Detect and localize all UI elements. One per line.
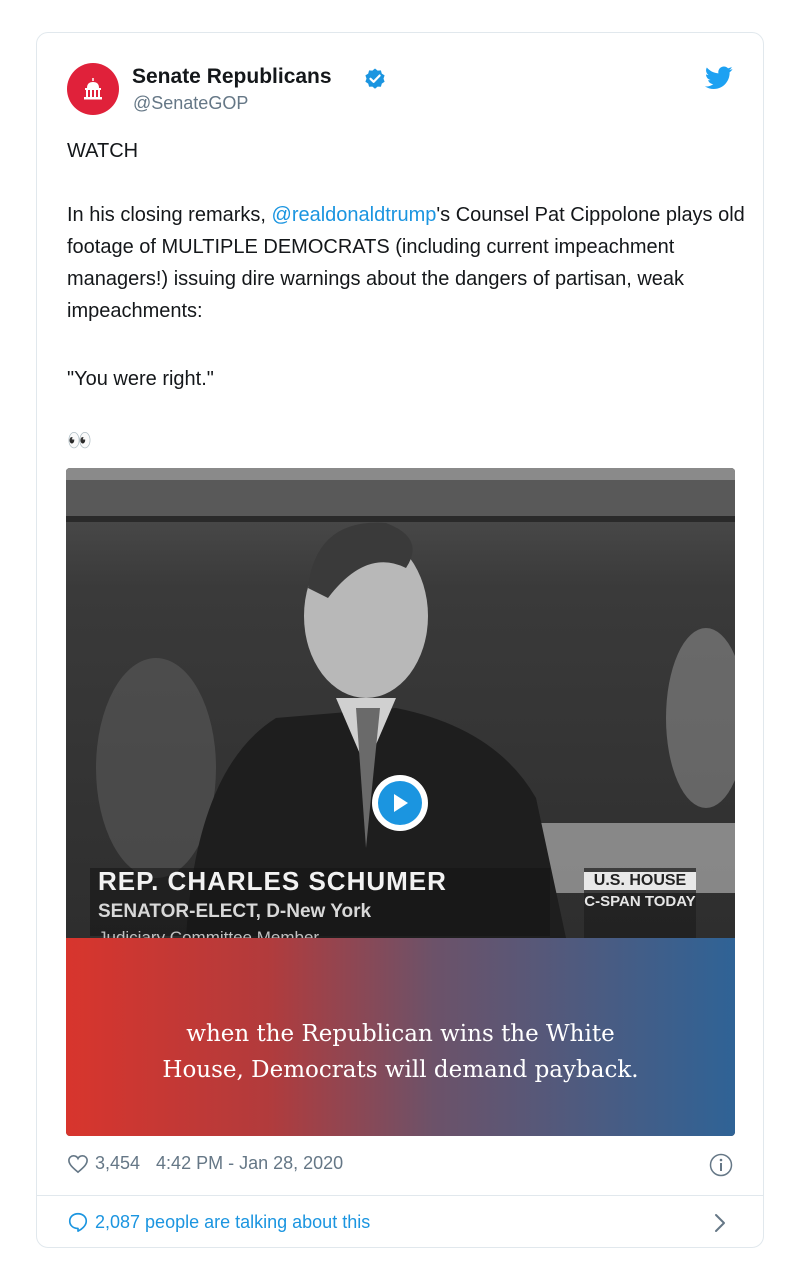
- talking-count[interactable]: 2,087 people are talking about this: [95, 1212, 370, 1233]
- timestamp[interactable]: 4:42 PM - Jan 28, 2020: [156, 1153, 343, 1174]
- torn-edge: [66, 920, 735, 960]
- caption-line-2: House, Democrats will demand payback.: [162, 1057, 639, 1083]
- lower-third-name: REP. CHARLES SCHUMER: [98, 866, 447, 896]
- like-count[interactable]: 3,454: [95, 1153, 140, 1174]
- capitol-icon: [84, 78, 102, 100]
- mention-link[interactable]: @realdonaldtrump: [272, 204, 437, 226]
- speech-bubble-icon: [68, 1212, 88, 1232]
- chevron-right-icon[interactable]: [713, 1213, 727, 1233]
- tweet-card: Senate Republicans @SenateGOP WATCH In h…: [36, 32, 764, 1248]
- eyes-emoji: 👀: [67, 430, 92, 452]
- twitter-bird-icon[interactable]: [705, 66, 733, 90]
- tweet-paragraph: In his closing remarks, @realdonaldtrump…: [67, 199, 747, 327]
- tweet-quote: "You were right.": [67, 368, 214, 390]
- conversation-link[interactable]: 2,087 people are talking about this: [67, 1211, 370, 1233]
- account-name[interactable]: Senate Republicans: [132, 65, 332, 89]
- verified-badge-icon: [365, 68, 385, 89]
- play-icon-wrap: [378, 781, 422, 825]
- account-handle[interactable]: @SenateGOP: [133, 93, 248, 114]
- network-label: C-SPAN TODAY: [584, 893, 696, 910]
- tweet-line-watch: WATCH: [67, 140, 139, 162]
- video-player[interactable]: REP. CHARLES SCHUMER SENATOR-ELECT, D-Ne…: [66, 468, 735, 1136]
- video-caption: when the Republican wins the White House…: [66, 1016, 735, 1088]
- play-button[interactable]: [372, 775, 428, 831]
- divider: [37, 1195, 763, 1196]
- tweet-meta: 3,454 4:42 PM - Jan 28, 2020: [67, 1153, 343, 1174]
- tweet-text-before: In his closing remarks,: [67, 204, 272, 226]
- avatar[interactable]: [67, 63, 119, 115]
- caption-line-1: when the Republican wins the White: [186, 1021, 615, 1047]
- play-icon: [394, 794, 408, 812]
- info-icon[interactable]: [709, 1153, 733, 1177]
- heart-icon[interactable]: [67, 1154, 89, 1174]
- house-label: U.S. HOUSE: [584, 872, 696, 890]
